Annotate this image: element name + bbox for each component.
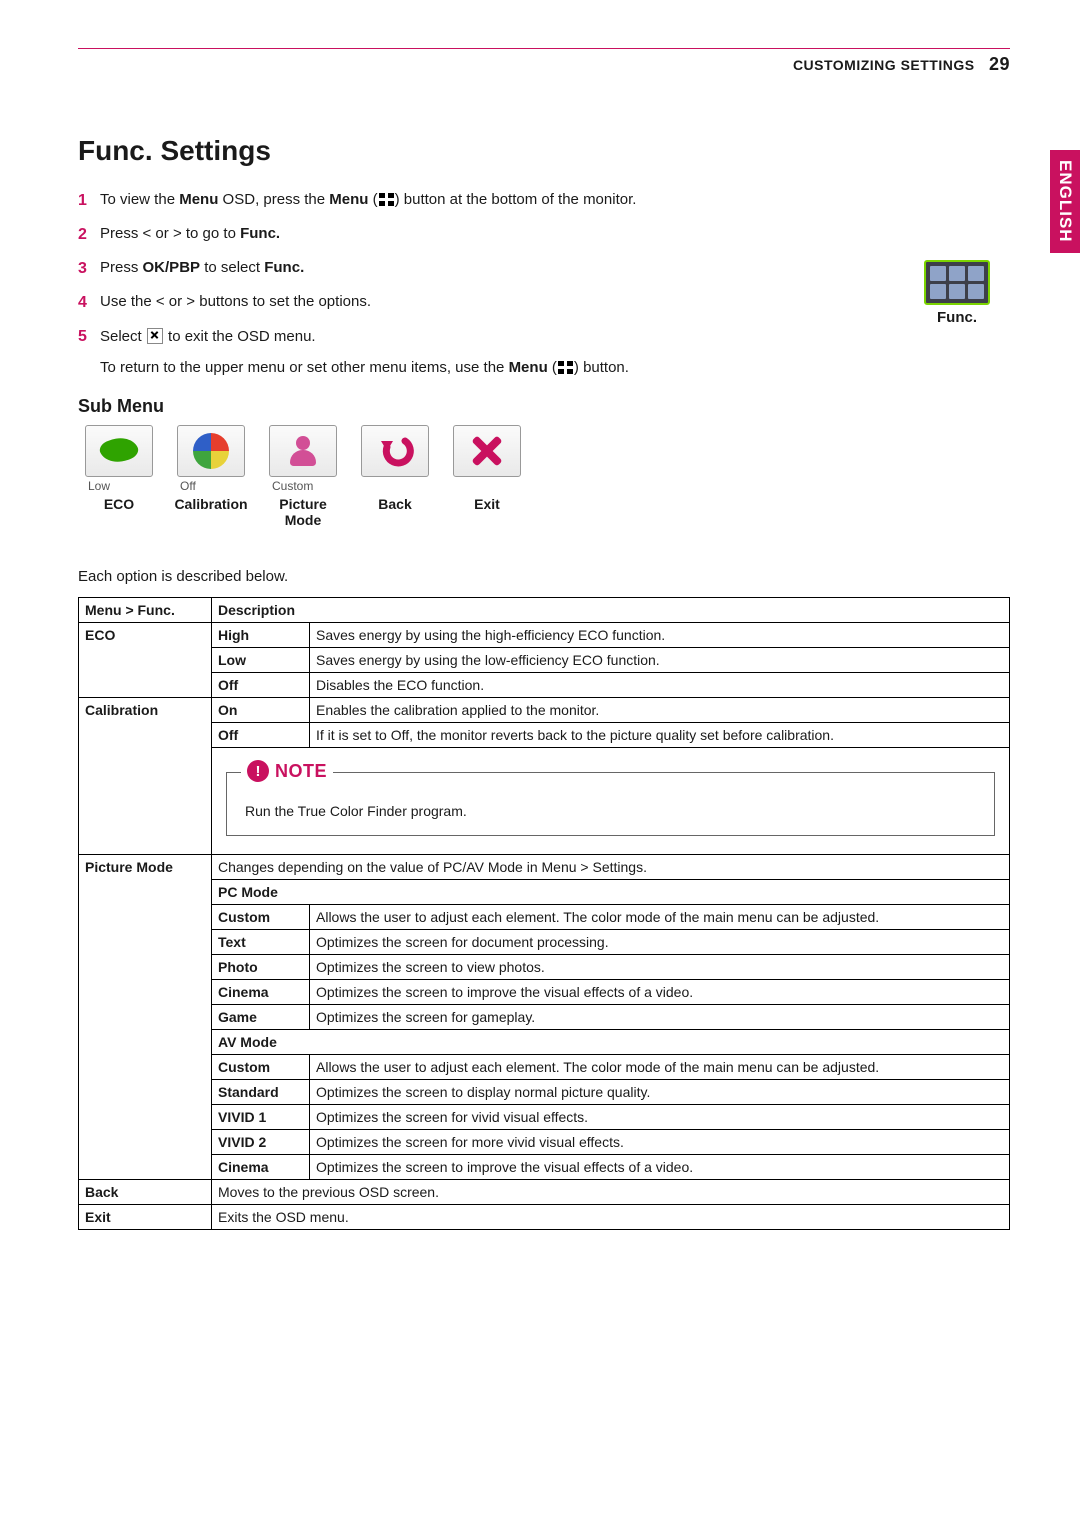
eco-high: High <box>218 627 249 643</box>
av-custom: Custom <box>218 1059 270 1075</box>
av-custom-desc: Allows the user to adjust each element. … <box>310 1055 1010 1080</box>
cal-off: Off <box>218 727 238 743</box>
av-vivid2: VIVID 2 <box>218 1134 266 1150</box>
eco-label: ECO <box>78 496 160 512</box>
running-header: CUSTOMIZING SETTINGS 29 <box>78 54 1010 75</box>
av-vivid1-desc: Optimizes the screen for vivid visual ef… <box>310 1105 1010 1130</box>
sub-item-exit: Exit <box>446 425 528 528</box>
note-label: NOTE <box>275 761 327 782</box>
step-2: Press < or > to go to Func. <box>100 223 748 247</box>
note-badge-icon: ! <box>247 760 269 782</box>
eco-low: Low <box>218 652 246 668</box>
menu-icon <box>379 193 394 206</box>
picture-mode-intro: Changes depending on the value of PC/AV … <box>212 855 1010 880</box>
pc-text: Text <box>218 934 246 950</box>
eco-off: Off <box>218 677 238 693</box>
step-3: Press OK/PBP to select Func. <box>100 257 748 281</box>
back-label: Back <box>354 496 436 512</box>
step-4: Use the < or > buttons to set the option… <box>100 291 748 315</box>
eco-off-desc: Disables the ECO function. <box>310 673 1010 698</box>
av-mode-header: AV Mode <box>218 1034 277 1050</box>
row-picture-mode: Picture Mode <box>85 859 173 875</box>
language-tab: ENGLISH <box>1050 150 1080 253</box>
back-desc: Moves to the previous OSD screen. <box>212 1180 1010 1205</box>
pc-photo: Photo <box>218 959 258 975</box>
pc-cinema: Cinema <box>218 984 269 1000</box>
av-vivid2-desc: Optimizes the screen for more vivid visu… <box>310 1130 1010 1155</box>
header-section: CUSTOMIZING SETTINGS <box>793 57 975 73</box>
th-menu: Menu > Func. <box>79 598 212 623</box>
sub-menu-heading: Sub Menu <box>78 396 1010 417</box>
picture-mode-label: PictureMode <box>262 496 344 528</box>
step-1: To view the Menu OSD, press the Menu () … <box>100 189 748 213</box>
sub-item-back: Back <box>354 425 436 528</box>
av-vivid1: VIVID 1 <box>218 1109 266 1125</box>
pc-game: Game <box>218 1009 257 1025</box>
pc-cinema-desc: Optimizes the screen to improve the visu… <box>310 980 1010 1005</box>
sub-menu-row: Low ECO Off Calibration Custom PictureMo… <box>78 425 1010 528</box>
row-calibration: Calibration <box>85 702 158 718</box>
pc-custom: Custom <box>218 909 270 925</box>
back-arrow-icon <box>375 433 415 469</box>
cal-on: On <box>218 702 237 718</box>
person-icon <box>288 436 318 466</box>
page-number: 29 <box>989 54 1010 74</box>
av-cinema-desc: Optimizes the screen to improve the visu… <box>310 1155 1010 1180</box>
func-label: Func. <box>924 309 990 326</box>
description-intro: Each option is described below. <box>78 568 1010 585</box>
row-eco: ECO <box>85 627 115 643</box>
av-standard: Standard <box>218 1084 279 1100</box>
func-thumb-icon <box>924 260 990 305</box>
sub-item-eco: Low ECO <box>78 425 160 528</box>
pc-mode-header: PC Mode <box>218 884 278 900</box>
note-box: ! NOTE Run the True Color Finder program… <box>226 772 995 836</box>
eco-high-desc: Saves energy by using the high-efficienc… <box>310 623 1010 648</box>
menu-icon <box>558 361 573 374</box>
pc-custom-desc: Allows the user to adjust each element. … <box>310 905 1010 930</box>
pc-game-desc: Optimizes the screen for gameplay. <box>310 1005 1010 1030</box>
row-back: Back <box>85 1184 118 1200</box>
av-cinema: Cinema <box>218 1159 269 1175</box>
step-5: Select to exit the OSD menu. <box>100 325 748 349</box>
leaf-icon <box>97 431 141 470</box>
cal-off-desc: If it is set to Off, the monitor reverts… <box>310 723 1010 748</box>
exit-label: Exit <box>446 496 528 512</box>
color-wheel-icon <box>193 433 229 469</box>
close-icon <box>147 328 163 344</box>
av-standard-desc: Optimizes the screen to display normal p… <box>310 1080 1010 1105</box>
func-thumbnail: Func. <box>924 260 990 326</box>
exit-desc: Exits the OSD menu. <box>212 1205 1010 1230</box>
row-exit: Exit <box>85 1209 111 1225</box>
cal-on-desc: Enables the calibration applied to the m… <box>310 698 1010 723</box>
eco-state: Low <box>80 479 160 493</box>
th-description: Description <box>212 598 1010 623</box>
note-body: Run the True Color Finder program. <box>245 803 976 819</box>
pc-photo-desc: Optimizes the screen to view photos. <box>310 955 1010 980</box>
calibration-state: Off <box>172 479 252 493</box>
page-title: Func. Settings <box>78 135 1010 167</box>
options-table: Menu > Func. Description ECO High Saves … <box>78 597 1010 1230</box>
return-line: To return to the upper menu or set other… <box>100 359 1010 376</box>
steps-list: 1 To view the Menu OSD, press the Menu (… <box>78 189 748 349</box>
exit-icon <box>469 433 505 469</box>
sub-item-picture-mode: Custom PictureMode <box>262 425 344 528</box>
eco-low-desc: Saves energy by using the low-efficiency… <box>310 648 1010 673</box>
sub-item-calibration: Off Calibration <box>170 425 252 528</box>
pc-text-desc: Optimizes the screen for document proces… <box>310 930 1010 955</box>
picture-mode-state: Custom <box>264 479 344 493</box>
calibration-label: Calibration <box>170 496 252 512</box>
